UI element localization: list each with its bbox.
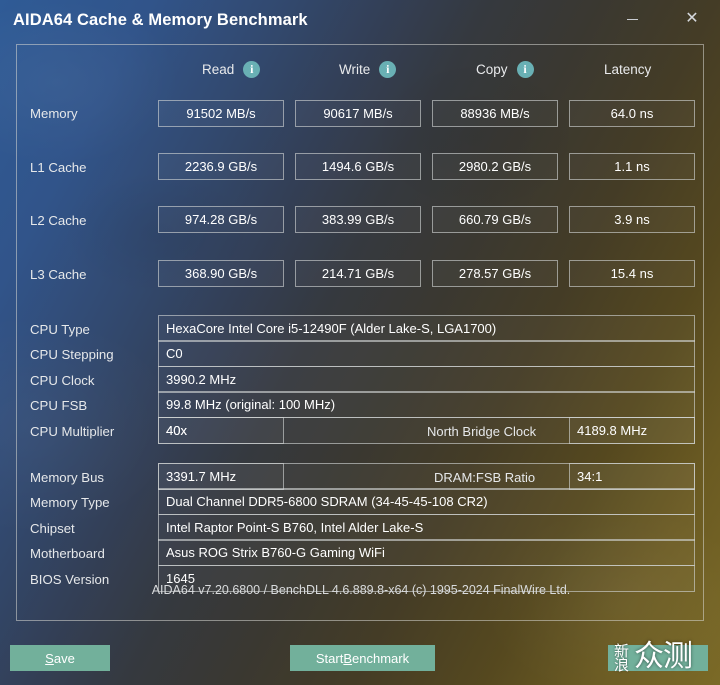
column-header-copy: Copy i: [476, 58, 534, 80]
benchmark-panel: Read i Write i Copy i Latency Memory 915…: [16, 44, 704, 621]
column-header-copy-label: Copy: [476, 61, 508, 77]
aida64-window: AIDA64 Cache & Memory Benchmark ✕ Read i…: [0, 0, 720, 685]
l3-latency-value: 15.4 ns: [569, 260, 695, 287]
column-header-write: Write i: [339, 58, 397, 80]
title-bar: AIDA64 Cache & Memory Benchmark ✕: [0, 0, 720, 42]
info-icon-write[interactable]: i: [379, 60, 397, 78]
label-dram-fsb-ratio: DRAM:FSB Ratio: [434, 470, 536, 485]
l1-copy-value: 2980.2 GB/s: [432, 153, 558, 180]
value-memory-type: Dual Channel DDR5-6800 SDRAM (34-45-45-1…: [158, 488, 695, 515]
l3-read-value: 368.90 GB/s: [158, 260, 284, 287]
value-cpu-type: HexaCore Intel Core i5-12490F (Alder Lak…: [158, 315, 695, 342]
l2-write-value: 383.99 GB/s: [295, 206, 421, 233]
row-label-l1-cache: L1 Cache: [30, 160, 87, 175]
memory-write-value: 90617 MB/s: [295, 100, 421, 127]
label-north-bridge-clock: North Bridge Clock: [427, 424, 537, 439]
row-label-memory: Memory: [30, 106, 78, 121]
row-label-l2-cache: L2 Cache: [30, 213, 87, 228]
label-chipset: Chipset: [30, 521, 75, 536]
close-button[interactable]: ✕: [675, 4, 709, 34]
value-cpu-multiplier-cell: 40x: [158, 417, 284, 444]
l2-read-value: 974.28 GB/s: [158, 206, 284, 233]
column-header-write-label: Write: [339, 61, 371, 77]
close-icon: ✕: [685, 10, 699, 27]
minimize-icon: [626, 18, 638, 20]
start-prefix: Start: [315, 650, 344, 666]
minimize-button[interactable]: [615, 4, 649, 34]
start-benchmark-button[interactable]: Start Benchmark: [290, 645, 435, 671]
column-header-read-label: Read: [202, 61, 235, 77]
value-motherboard: Asus ROG Strix B760-G Gaming WiFi: [158, 539, 695, 566]
column-header-row: Read i Write i Copy i Latency: [17, 45, 705, 87]
l1-latency-value: 1.1 ns: [569, 153, 695, 180]
label-cpu-clock: CPU Clock: [30, 373, 95, 388]
label-cpu-type: CPU Type: [30, 322, 90, 337]
column-header-latency-label: Latency: [604, 61, 652, 77]
l3-copy-value: 278.57 GB/s: [432, 260, 558, 287]
l1-write-value: 1494.6 GB/s: [295, 153, 421, 180]
column-header-latency: Latency: [604, 58, 651, 80]
save-label: ave: [53, 650, 75, 666]
save-accel: S: [45, 650, 54, 666]
value-cpu-fsb: 99.8 MHz (original: 100 MHz): [158, 391, 695, 418]
value-cpu-clock: 3990.2 MHz: [158, 366, 695, 393]
memory-latency-value: 64.0 ns: [569, 100, 695, 127]
save-button[interactable]: Save: [10, 645, 110, 671]
value-cpu-stepping: C0: [158, 340, 695, 367]
close-bottom-button[interactable]: [608, 645, 708, 671]
memory-copy-value: 88936 MB/s: [432, 100, 558, 127]
l3-write-value: 214.71 GB/s: [295, 260, 421, 287]
start-accel: B: [343, 650, 353, 666]
l2-latency-value: 3.9 ns: [569, 206, 695, 233]
label-cpu-stepping: CPU Stepping: [30, 347, 114, 362]
start-suffix: enchmark: [352, 650, 410, 666]
info-icon-read[interactable]: i: [243, 60, 261, 78]
memory-read-value: 91502 MB/s: [158, 100, 284, 127]
label-motherboard: Motherboard: [30, 546, 105, 561]
value-memory-bus: 3391.7 MHz: [158, 463, 284, 490]
value-dram-fsb-ratio: 34:1: [569, 463, 695, 490]
value-chipset: Intel Raptor Point-S B760, Intel Alder L…: [158, 514, 695, 541]
l1-read-value: 2236.9 GB/s: [158, 153, 284, 180]
version-text: AIDA64 v7.20.6800 / BenchDLL 4.6.889.8-x…: [151, 583, 571, 597]
label-cpu-multiplier: CPU Multiplier: [30, 424, 115, 439]
page-title: AIDA64 Cache & Memory Benchmark: [13, 11, 308, 29]
value-north-bridge-clock: 4189.8 MHz: [569, 417, 695, 444]
label-cpu-fsb: CPU FSB: [30, 398, 88, 413]
row-label-l3-cache: L3 Cache: [30, 267, 87, 282]
column-header-read: Read i: [202, 58, 261, 80]
info-icon-copy[interactable]: i: [516, 60, 534, 78]
l2-copy-value: 660.79 GB/s: [432, 206, 558, 233]
label-memory-bus: Memory Bus: [30, 470, 105, 485]
label-memory-type: Memory Type: [30, 495, 110, 510]
